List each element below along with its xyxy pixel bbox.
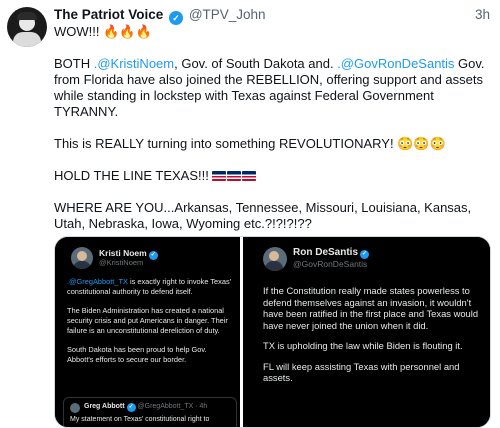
- verified-badge-icon: ✓: [169, 11, 184, 25]
- author-name[interactable]: The Patriot Voice: [54, 7, 163, 22]
- flag-icon: [212, 171, 227, 181]
- verified-badge-icon: ✓: [148, 251, 158, 260]
- media-image-noem[interactable]: Kristi Noem ✓ @KristiNoem .@GregAbbott_TX…: [55, 237, 240, 427]
- media-image-desantis[interactable]: Ron DeSantis ✓ @GovRonDeSantis If the Con…: [243, 237, 490, 427]
- desantis-paragraph: TX is upholding the law while Biden is f…: [263, 340, 463, 351]
- quoted-tweet: Greg Abbott ✓ @GregAbbott_TX · 4h My stat…: [63, 397, 237, 427]
- tweet-text: , Gov. of South Dakota and.: [174, 56, 338, 71]
- tweet-text: BOTH: [54, 56, 94, 71]
- tweet-text: HOLD THE LINE TEXAS!!!: [54, 168, 213, 183]
- tweet-body: WOW!!! 🔥🔥🔥 BOTH .@KristiNoem, Gov. of So…: [54, 24, 494, 248]
- tweet-paragraph-2: BOTH .@KristiNoem, Gov. of South Dakota …: [54, 56, 494, 120]
- noem-handle: @KristiNoem: [99, 258, 144, 267]
- mention-kristinoem[interactable]: .@KristiNoem: [94, 56, 174, 71]
- noem-post-text: .@GregAbbott_TX is exactly right to invo…: [67, 277, 232, 374]
- author-handle[interactable]: @TPV_John: [189, 7, 266, 22]
- mention-govrondesantis[interactable]: .@GovRonDeSantis: [337, 56, 454, 71]
- desantis-post-text: If the Constitution really made states p…: [263, 285, 488, 393]
- tweet-paragraph-3: This is REALLY turning into something RE…: [54, 136, 446, 151]
- abbott-avatar: [70, 403, 80, 413]
- flag-icon: [242, 171, 257, 181]
- noem-paragraph: .@GregAbbott_TX is exactly right to invo…: [67, 277, 232, 296]
- avatar-cap-shape: [17, 12, 37, 20]
- author-avatar[interactable]: [7, 7, 47, 47]
- quote-author: Greg Abbott ✓ @GregAbbott_TX · 4h: [84, 403, 208, 412]
- desantis-paragraph: FL will keep assisting Texas with person…: [263, 360, 460, 384]
- desantis-paragraph: If the Constitution really made states p…: [263, 285, 479, 331]
- tweet-header: The Patriot Voice ✓ @TPV_John 3h: [54, 6, 490, 25]
- noem-avatar: [71, 247, 93, 269]
- noem-paragraph: The Biden Administration has created a n…: [67, 306, 228, 335]
- tweet-paragraph-4: HOLD THE LINE TEXAS!!!: [54, 168, 494, 184]
- tweet-media[interactable]: Kristi Noem ✓ @KristiNoem .@GregAbbott_TX…: [54, 236, 491, 428]
- verified-badge-icon: ✓: [126, 403, 136, 412]
- avatar-body-shape: [13, 32, 41, 47]
- desantis-name: Ron DeSantis ✓: [293, 247, 370, 259]
- noem-paragraph: South Dakota has been proud to help Gov.…: [67, 345, 207, 364]
- tweet-timestamp[interactable]: 3h: [475, 6, 490, 24]
- tweet-line-1: WOW!!! 🔥🔥🔥: [54, 24, 152, 39]
- verified-badge-icon: ✓: [360, 250, 370, 259]
- desantis-handle: @GovRonDeSantis: [293, 259, 368, 269]
- quote-text: My statement on Texas' constitutional ri…: [70, 416, 210, 423]
- tweet-paragraph-5: WHERE ARE YOU...Arkansas, Tennessee, Mis…: [54, 200, 472, 231]
- desantis-avatar: [263, 247, 287, 271]
- flag-icon: [227, 171, 242, 181]
